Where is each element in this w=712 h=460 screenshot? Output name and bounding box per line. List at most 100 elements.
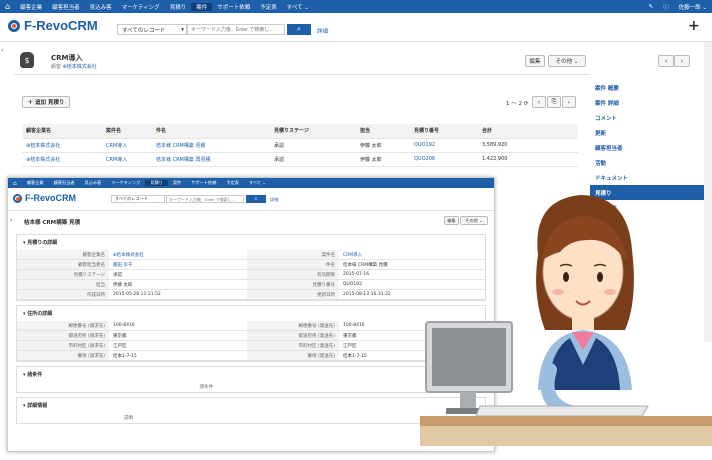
inset-nav-item[interactable]: すべて ⌄ — [244, 180, 271, 186]
money-bag-icon: $ — [20, 52, 34, 68]
field-value: 100-8416 — [113, 323, 135, 328]
logo-icon — [8, 19, 20, 32]
search-button[interactable]: ⌕ — [287, 24, 311, 35]
table-row[interactable]: ⊕桔本株式会社 CRM導入 桔本様 CRM構築 見積 承認 伊藤 太郎 QUO1… — [22, 138, 578, 153]
cell-account[interactable]: ⊕桔本株式会社 — [22, 138, 102, 153]
prev-record-button[interactable]: ‹ — [658, 55, 674, 67]
field-value: 承認 — [113, 272, 122, 278]
desk-shape — [420, 416, 712, 426]
cell-potential[interactable]: CRM導入 — [102, 138, 152, 153]
inset-nav-item[interactable]: マーケティング — [106, 180, 145, 186]
section-title[interactable]: ▾ 諸条件 — [17, 367, 485, 382]
cell-potential[interactable]: CRM導入 — [102, 152, 152, 167]
cell-subject[interactable]: 桔本様 CRM構築 再見積 — [152, 152, 270, 167]
inset-brand-logo[interactable]: F-RevoCRM — [13, 193, 76, 203]
sidebar-item[interactable]: 活動 — [590, 155, 704, 170]
field-label: 顧客企業名 — [17, 250, 109, 259]
table-header-row: 顧客企業名 案件名 件名 見積りステージ 担当 見積り番号 合計 — [22, 124, 578, 139]
brand-name: F-RevoCRM — [24, 18, 98, 33]
column-header[interactable]: 見積り番号 — [410, 124, 478, 139]
inset-search-button[interactable]: ⌕ — [246, 195, 266, 203]
sidebar-item[interactable]: 顧客担当者 — [590, 140, 704, 155]
field-value[interactable]: ⊕桔本株式会社 — [109, 252, 247, 258]
description-block: ▾ 詳細情報 説明 — [16, 397, 486, 424]
field-value[interactable]: 藤田 幸子 — [109, 262, 247, 268]
more-button[interactable]: その他 ⌄ — [548, 55, 586, 67]
table-row[interactable]: ⊕桔本株式会社 CRM導入 桔本様 CRM構築 再見積 承認 伊藤 太郎 QUO… — [22, 152, 578, 167]
nav-item[interactable]: 見込み客 — [85, 3, 117, 11]
sidebar-item[interactable]: コメント — [590, 110, 704, 125]
nav-item[interactable]: 予定表 — [255, 3, 282, 11]
add-quote-button[interactable]: ＋ 追加 見積り — [22, 96, 70, 108]
search-scope-select[interactable]: すべてのレコード ▾ — [117, 24, 187, 35]
inset-advanced-link[interactable]: 詳細 — [270, 197, 278, 203]
next-page-button[interactable]: › — [562, 96, 576, 108]
inset-nav-item[interactable]: 顧客担当者 — [49, 180, 80, 186]
inset-nav-item[interactable]: 予定表 — [221, 180, 244, 186]
field-row: 番地 (請求先) 桔本1-7-15 番地 (発送先) 桔本1-7-15 — [17, 351, 485, 361]
inset-collapse-arrow-icon[interactable]: › — [10, 217, 12, 224]
section-title[interactable]: ▾ 住所の詳細 — [17, 306, 485, 321]
cell-quote-no[interactable]: QUO192 — [410, 138, 478, 153]
cell-total: 3,589,920 — [478, 138, 578, 153]
field-value: 伊藤 太郎 — [113, 282, 133, 288]
collapse-arrow-icon[interactable]: › — [1, 47, 3, 54]
inset-nav-item[interactable]: サポート依頼 — [186, 180, 221, 186]
next-record-button[interactable]: › — [674, 55, 690, 67]
sidebar-item[interactable]: 案件 概要 — [590, 80, 704, 95]
nav-item-active[interactable]: 案件 — [191, 2, 213, 11]
account-link[interactable]: ⊕桔本株式会社 — [63, 64, 97, 70]
search-scope-label: すべてのレコード — [122, 27, 166, 34]
search-input[interactable] — [187, 24, 285, 35]
inset-nav-item[interactable]: 見込み客 — [80, 180, 107, 186]
field-label: 番地 (請求先) — [17, 351, 109, 360]
user-menu[interactable]: 佐藤一郎 ⌄ — [674, 3, 712, 11]
nav-item[interactable]: 顧客担当者 — [47, 3, 85, 11]
sidebar-item[interactable]: 更新 — [590, 125, 704, 140]
home-icon[interactable]: ⌂ — [8, 180, 22, 187]
field-value: 2015-05-28 11:21:52 — [113, 292, 161, 297]
record-subtitle: 顧客 ⊕桔本株式会社 — [51, 63, 97, 70]
cell-account[interactable]: ⊕桔本株式会社 — [22, 152, 102, 167]
cell-quote-no[interactable]: QUO206 — [410, 152, 478, 167]
field-label: 郵便番号 (請求先) — [17, 321, 109, 330]
field-label: 見積り番号 — [247, 280, 339, 289]
logo-icon — [13, 193, 22, 203]
cell-owner: 伊藤 太郎 — [356, 138, 410, 153]
inset-nav-item-active[interactable]: 見積り — [145, 180, 168, 186]
inset-record-title: 桔本様 CRM構築 見積 — [24, 220, 81, 226]
nav-item[interactable]: 見積り — [165, 3, 192, 11]
edit-button[interactable]: 編集 — [525, 55, 545, 67]
column-header[interactable]: 合計 — [478, 124, 578, 139]
field-label: 市町村区 (請求先) — [17, 341, 109, 350]
field-row: 顧客担当者名 藤田 幸子 件名 桔本様 CRM構築 見積 — [17, 260, 485, 270]
plus-icon[interactable]: + — [688, 18, 700, 34]
inset-nav-item[interactable]: 案件 — [168, 180, 186, 186]
nav-item[interactable]: すべて ⌄ — [282, 3, 314, 11]
nav-item[interactable]: 顧客企業 — [15, 3, 47, 11]
inset-scope-select[interactable]: すべてのレコード — [111, 195, 165, 203]
nav-item[interactable]: サポート依頼 — [212, 3, 255, 11]
column-header[interactable]: 件名 — [152, 124, 270, 139]
page-jump-button[interactable]: ⎘ — [547, 96, 561, 108]
field-label: 担当 — [17, 280, 109, 289]
cell-subject[interactable]: 桔本様 CRM構築 見積 — [152, 138, 270, 153]
section-title[interactable]: ▾ 見積りの詳細 — [17, 235, 485, 250]
brand-logo[interactable]: F-RevoCRM — [8, 18, 98, 33]
info-icon[interactable]: ⓘ — [658, 3, 674, 11]
sidebar-item[interactable]: 案件 詳細 — [590, 95, 704, 110]
field-row: 市町村区 (請求先) 江戸区 市町村区 (発送先) 江戸区 — [17, 341, 485, 351]
inset-search-input[interactable] — [166, 195, 244, 203]
home-icon[interactable]: ⌂ — [0, 2, 15, 11]
column-header[interactable]: 案件名 — [102, 124, 152, 139]
prev-page-button[interactable]: ‹ — [532, 96, 546, 108]
column-header[interactable]: 顧客企業名 — [22, 124, 102, 139]
refresh-icon[interactable]: ⟳ — [524, 101, 529, 107]
pencil-icon[interactable]: ✎ — [644, 4, 659, 10]
section-title[interactable]: ▾ 詳細情報 — [17, 398, 485, 413]
advanced-search-link[interactable]: 詳細 — [317, 27, 328, 35]
inset-nav-item[interactable]: 顧客企業 — [22, 180, 49, 186]
nav-item[interactable]: マーケティング — [117, 3, 165, 11]
column-header[interactable]: 見積りステージ — [270, 124, 356, 139]
column-header[interactable]: 担当 — [356, 124, 410, 139]
